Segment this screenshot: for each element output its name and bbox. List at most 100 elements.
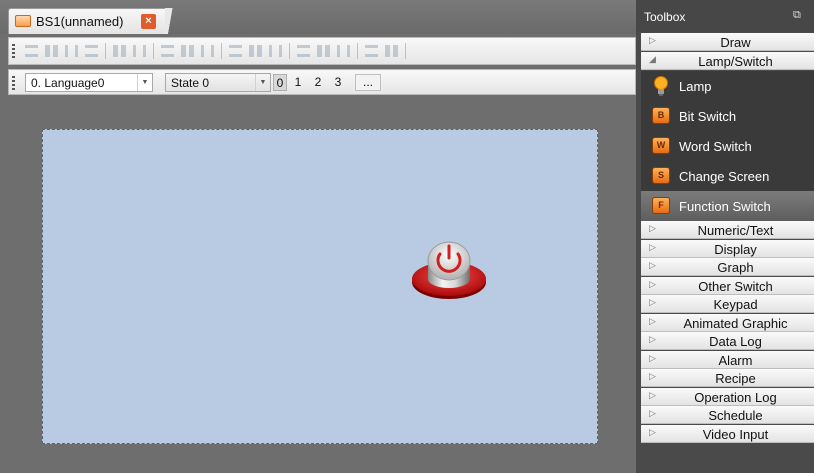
category-numeric-text[interactable]: ▷ Numeric/Text — [641, 221, 814, 239]
align-right-icon[interactable] — [65, 45, 78, 57]
float-window-icon[interactable]: ⧉ — [793, 9, 801, 22]
space-horizontal-icon[interactable] — [229, 45, 242, 57]
category-draw[interactable]: ▷ Draw — [641, 33, 814, 51]
screen-canvas[interactable] — [42, 129, 598, 444]
category-label: Schedule — [708, 408, 763, 423]
state-value: State 0 — [171, 76, 210, 90]
bring-front-icon[interactable] — [297, 45, 310, 57]
category-animated-graphic[interactable]: ▷ Animated Graphic — [641, 314, 814, 332]
lamp-icon — [654, 76, 668, 96]
tool-label: Change Screen — [679, 169, 770, 184]
expand-arrow-icon: ▷ — [649, 316, 656, 326]
expand-arrow-icon: ▷ — [649, 260, 656, 270]
toolbar-separator — [153, 43, 154, 59]
category-label: Draw — [720, 35, 751, 50]
more-states-button[interactable]: ... — [355, 74, 381, 91]
category-data-log[interactable]: ▷ Data Log — [641, 332, 814, 350]
chevron-down-icon[interactable]: ▼ — [137, 74, 152, 91]
expand-arrow-icon: ▷ — [649, 390, 656, 400]
category-label: Alarm — [718, 353, 753, 368]
state-button-3[interactable]: 3 — [331, 74, 345, 91]
tool-word-switch[interactable]: W Word Switch — [641, 131, 814, 161]
align-middle-icon[interactable] — [113, 45, 126, 57]
tool-function-switch[interactable]: F Function Switch — [641, 191, 814, 221]
space-vertical-icon[interactable] — [249, 45, 262, 57]
document-tab-label: BS1(unnamed) — [36, 14, 124, 29]
toolbar-separator — [105, 43, 106, 59]
category-recipe[interactable]: ▷ Recipe — [641, 369, 814, 387]
language-select[interactable]: 0. Language0 ▼ — [25, 73, 153, 92]
align-center-icon[interactable] — [45, 45, 58, 57]
category-lamp-switch[interactable]: ◢ Lamp/Switch — [641, 52, 814, 70]
toolbox-header: Toolbox ⧉ — [636, 0, 814, 32]
tool-bit-switch[interactable]: B Bit Switch — [641, 101, 814, 131]
expand-arrow-icon: ▷ — [649, 353, 656, 363]
editor-area: BS1(unnamed) × 0. Language0 ▼ State 0 ▼ … — [0, 0, 636, 473]
category-keypad[interactable]: ▷ Keypad — [641, 295, 814, 313]
category-alarm[interactable]: ▷ Alarm — [641, 351, 814, 369]
category-label: Recipe — [715, 371, 756, 386]
collapse-arrow-icon: ◢ — [649, 54, 656, 64]
state-select[interactable]: State 0 ▼ — [165, 73, 271, 92]
send-back-icon[interactable] — [317, 45, 330, 57]
category-operation-log[interactable]: ▷ Operation Log — [641, 388, 814, 406]
expand-arrow-icon: ▷ — [649, 35, 656, 45]
document-tab[interactable]: BS1(unnamed) × — [8, 8, 168, 34]
toolbar-separator — [289, 43, 290, 59]
group-icon[interactable] — [337, 45, 350, 57]
category-label: Numeric/Text — [697, 223, 774, 238]
undo-icon[interactable] — [365, 45, 378, 57]
change-screen-icon: S — [652, 167, 670, 184]
category-label: Lamp/Switch — [698, 54, 773, 69]
category-label: Operation Log — [694, 390, 777, 405]
toolbar-grip[interactable] — [12, 44, 15, 58]
screen-icon — [15, 15, 31, 27]
tool-label: Bit Switch — [679, 109, 737, 124]
close-tab-button[interactable]: × — [141, 14, 156, 29]
chevron-down-icon[interactable]: ▼ — [255, 74, 270, 91]
expand-arrow-icon: ▷ — [649, 408, 656, 418]
toolbar-grip[interactable] — [12, 76, 15, 90]
category-other-switch[interactable]: ▷ Other Switch — [641, 277, 814, 295]
category-video-input[interactable]: ▷ Video Input — [641, 425, 814, 443]
same-width-icon[interactable] — [161, 45, 174, 57]
category-label: Display — [714, 242, 757, 257]
expand-arrow-icon: ▷ — [649, 297, 656, 307]
category-display[interactable]: ▷ Display — [641, 240, 814, 258]
same-height-icon[interactable] — [181, 45, 194, 57]
expand-arrow-icon: ▷ — [649, 371, 656, 381]
expand-arrow-icon: ▷ — [649, 242, 656, 252]
align-top-icon[interactable] — [85, 45, 98, 57]
align-bottom-icon[interactable] — [133, 45, 146, 57]
toolbar-separator — [357, 43, 358, 59]
state-button-2[interactable]: 2 — [311, 74, 325, 91]
category-graph[interactable]: ▷ Graph — [641, 258, 814, 276]
category-label: Keypad — [713, 297, 758, 312]
state-button-1[interactable]: 1 — [291, 74, 305, 91]
language-value: 0. Language0 — [31, 76, 105, 90]
tool-label: Word Switch — [679, 139, 752, 154]
word-switch-icon: W — [652, 137, 670, 154]
toolbar-separator — [221, 43, 222, 59]
tool-change-screen[interactable]: S Change Screen — [641, 161, 814, 191]
redo-icon[interactable] — [385, 45, 398, 57]
bit-switch-icon: B — [652, 107, 670, 124]
language-state-toolbar: 0. Language0 ▼ State 0 ▼ 0 1 2 3 ... — [8, 69, 636, 95]
expand-arrow-icon: ▷ — [649, 334, 656, 344]
align-toolbar — [8, 37, 636, 65]
category-label: Animated Graphic — [683, 316, 788, 331]
same-size-icon[interactable] — [201, 45, 214, 57]
tool-lamp[interactable]: Lamp — [641, 71, 814, 101]
category-label: Other Switch — [698, 279, 773, 294]
category-label: Data Log — [709, 334, 762, 349]
align-left-icon[interactable] — [25, 45, 38, 57]
function-switch-object[interactable] — [409, 235, 489, 303]
function-switch-icon: F — [652, 197, 670, 214]
category-schedule[interactable]: ▷ Schedule — [641, 406, 814, 424]
document-tab-strip: BS1(unnamed) × — [0, 0, 636, 34]
center-in-screen-icon[interactable] — [269, 45, 282, 57]
toolbox-title: Toolbox — [644, 10, 686, 24]
tool-label: Function Switch — [679, 199, 771, 214]
state-button-0[interactable]: 0 — [273, 74, 287, 91]
expand-arrow-icon: ▷ — [649, 279, 656, 289]
